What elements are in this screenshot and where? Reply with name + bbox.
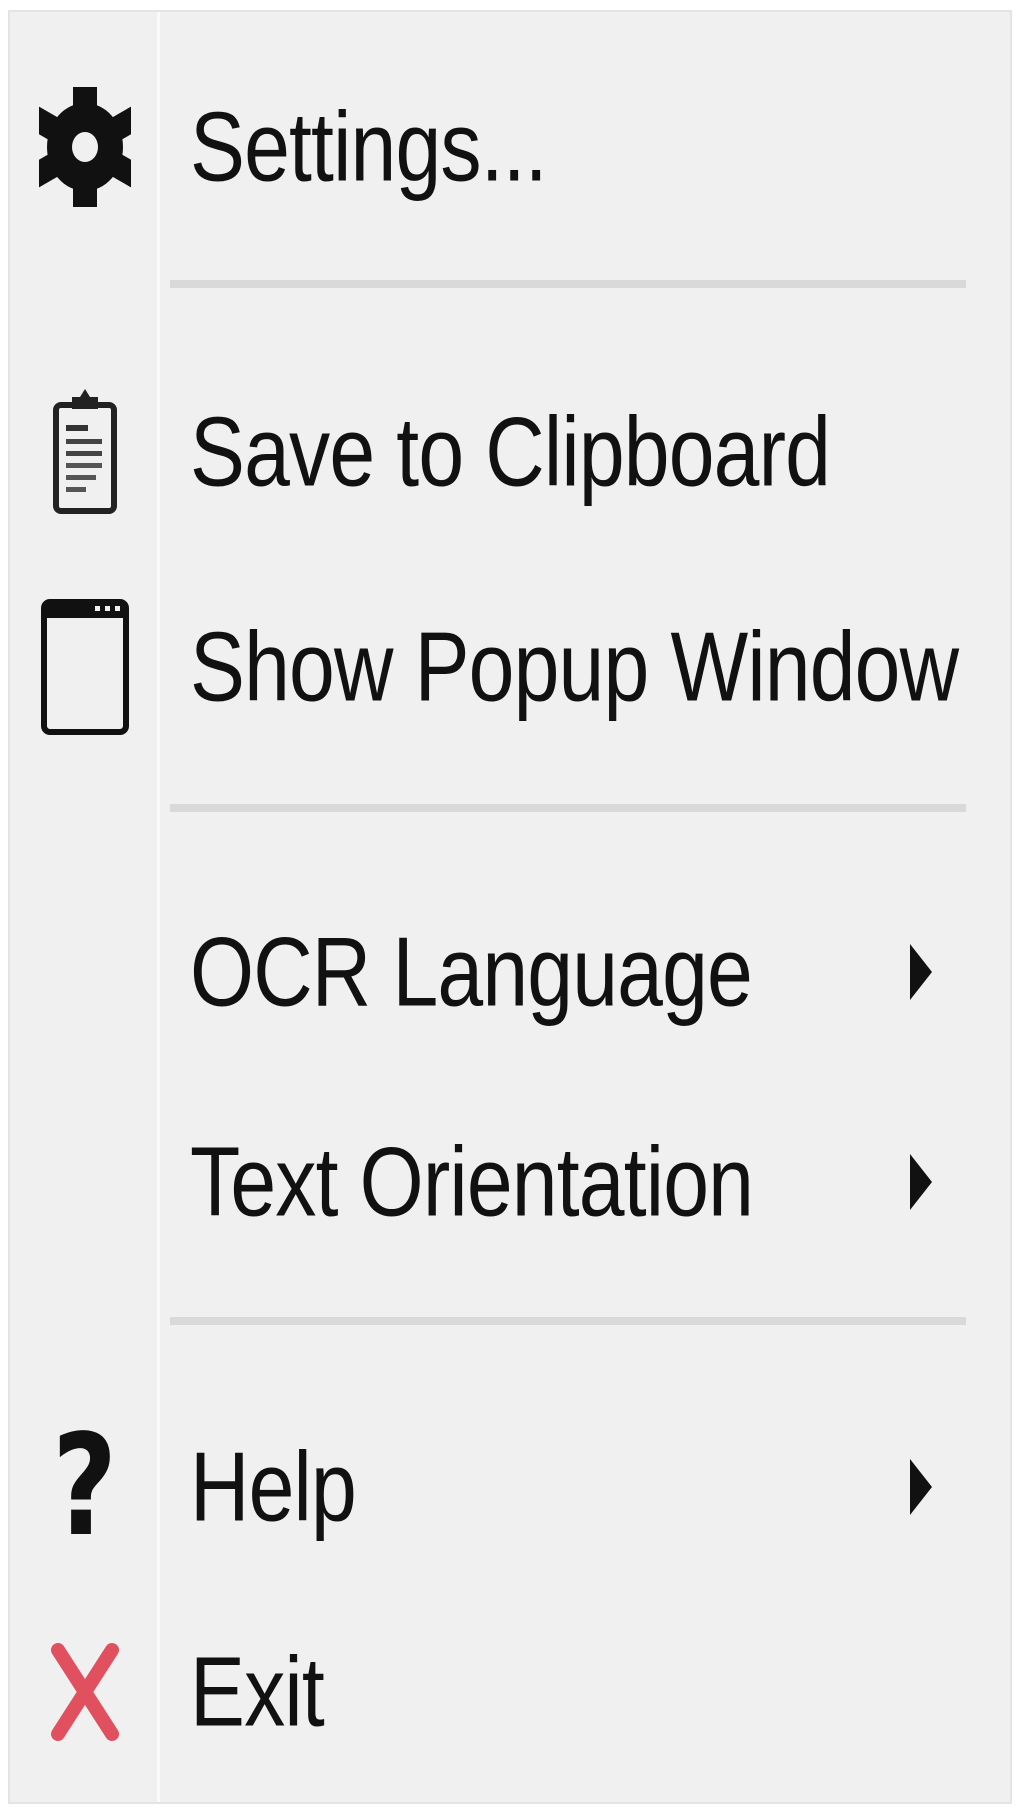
menu-item-label: Exit: [190, 1636, 325, 1747]
window-icon: [10, 567, 160, 767]
menu-item-ocr-language[interactable]: OCR Language: [10, 872, 1010, 1072]
menu-item-label: Save to Clipboard: [190, 396, 831, 507]
menu-item-show-popup-window[interactable]: Show Popup Window: [10, 567, 1010, 767]
clipboard-icon: [10, 352, 160, 552]
menu-item-text-orientation[interactable]: Text Orientation: [10, 1082, 1010, 1282]
menu-separator: [170, 804, 966, 812]
submenu-arrow-icon: [910, 1459, 932, 1515]
gear-icon: [10, 42, 160, 252]
question-icon: ?: [52, 1405, 118, 1568]
submenu-arrow-icon: [910, 1154, 932, 1210]
close-icon: [10, 1592, 160, 1792]
menu-item-label: OCR Language: [190, 916, 753, 1027]
menu-item-exit[interactable]: Exit: [10, 1592, 1010, 1792]
menu-separator: [170, 1317, 966, 1325]
menu-item-label: Show Popup Window: [190, 611, 959, 722]
menu-item-help[interactable]: ? Help: [10, 1387, 1010, 1587]
menu-item-settings[interactable]: Settings...: [10, 42, 1010, 252]
menu-item-label: Help: [190, 1431, 357, 1542]
context-menu: Settings... Save to Clipboard Show Popup…: [8, 10, 1012, 1804]
menu-item-label: Text Orientation: [190, 1126, 754, 1237]
submenu-arrow-icon: [910, 944, 932, 1000]
menu-item-save-to-clipboard[interactable]: Save to Clipboard: [10, 352, 1010, 552]
menu-item-label: Settings...: [190, 91, 548, 202]
menu-separator: [170, 280, 966, 288]
